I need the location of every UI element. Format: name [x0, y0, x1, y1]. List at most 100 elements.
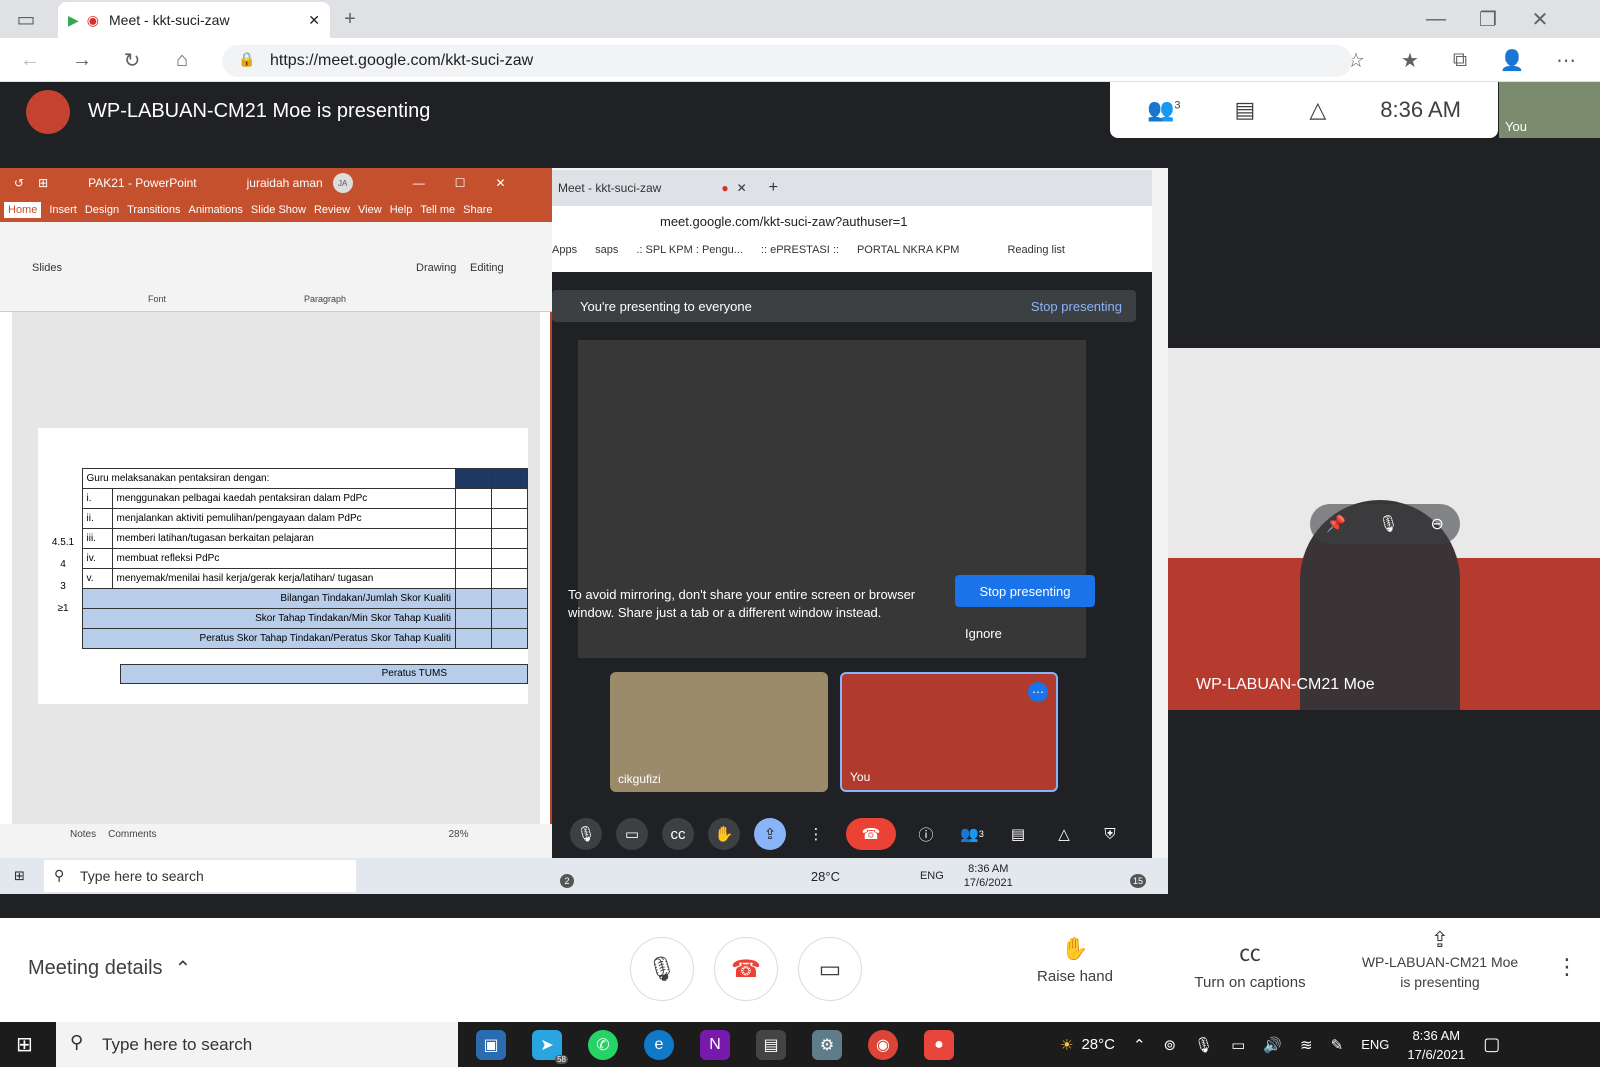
inner-info-icon[interactable]: ⓘ — [910, 818, 942, 850]
inner-hangup-icon[interactable]: ☎ — [846, 818, 896, 850]
url-field[interactable]: 🔒 https://meet.google.com/kkt-suci-zaw — [222, 45, 1352, 77]
ppt-maximize-icon[interactable]: ☐ — [455, 176, 466, 190]
volume-icon[interactable]: 🔊 — [1263, 1036, 1282, 1054]
ppt-close-icon[interactable]: ✕ — [495, 176, 505, 190]
inner-camera-icon[interactable]: ▭ — [616, 818, 648, 850]
inner-search-box[interactable]: ⚲ Type here to search — [44, 860, 356, 892]
bookmark-item[interactable]: Reading list — [1007, 244, 1064, 256]
bookmark-item[interactable]: .: SPL KPM : Pengu... — [636, 244, 743, 256]
inner-present-icon[interactable]: ⇪ — [754, 818, 786, 850]
chat-icon[interactable]: ▤ — [1235, 97, 1256, 123]
bookmark-item[interactable]: :: ePRESTASI :: — [761, 244, 839, 256]
ppt-tab-slideshow[interactable]: Slide Show — [251, 204, 306, 216]
ppt-tell-me[interactable]: Tell me — [420, 204, 455, 216]
people-icon[interactable]: 👥3 — [1147, 97, 1181, 123]
inner-url[interactable]: meet.google.com/kkt-suci-zaw?authuser=1 — [660, 214, 907, 229]
mic-button[interactable]: 🎙 — [630, 937, 694, 1001]
stop-presenting-link[interactable]: Stop presenting — [1031, 299, 1122, 314]
more-icon[interactable]: ⋯ — [1550, 44, 1582, 76]
inner-chat-icon[interactable]: ▤ — [1002, 818, 1034, 850]
tray-clock[interactable]: 8:36 AM 17/6/2021 — [1407, 1026, 1465, 1064]
pen-icon[interactable]: ✎ — [1331, 1036, 1344, 1054]
comments-button[interactable]: Comments — [108, 829, 156, 840]
captions-button[interactable]: ㏄ Turn on captions — [1180, 936, 1320, 991]
telegram-icon[interactable]: ➤ 58 — [532, 1030, 568, 1064]
ribbon-drawing[interactable]: Drawing — [416, 262, 456, 274]
start-icon[interactable]: ⊞ — [16, 1032, 33, 1057]
bookmark-item[interactable]: Apps — [552, 244, 577, 256]
inner-people-icon[interactable]: 👥 3 — [956, 818, 988, 850]
minimize-icon[interactable]: — — [1420, 3, 1452, 35]
app-icon[interactable]: ▤ — [756, 1030, 786, 1060]
present-icon[interactable]: ⊞ — [38, 176, 48, 190]
inner-more-icon[interactable]: ⋮ — [800, 818, 832, 850]
stop-presenting-button[interactable]: Stop presenting — [955, 575, 1095, 607]
activities-icon[interactable]: △ — [1309, 97, 1326, 123]
mute-icon[interactable]: 🎙 — [1378, 514, 1398, 534]
ribbon-slides[interactable]: Slides — [32, 262, 62, 274]
taskbar-search-box[interactable]: ⚲ Type here to search — [56, 1022, 458, 1067]
close-window-icon[interactable]: ✕ — [1524, 3, 1556, 35]
notifications-icon[interactable]: ▢ — [1483, 1034, 1500, 1055]
ppt-tab-insert[interactable]: Insert — [49, 204, 77, 216]
ppt-tab-review[interactable]: Review — [314, 204, 350, 216]
weather-icon[interactable]: ☀ — [1060, 1036, 1073, 1054]
participant-tile-self[interactable]: You ⋯ — [840, 672, 1058, 792]
profile-icon[interactable]: 👤 — [1496, 44, 1528, 76]
inner-mic-icon[interactable]: 🎙 — [570, 818, 602, 850]
ppt-tab-help[interactable]: Help — [390, 204, 413, 216]
back-icon[interactable]: ← — [14, 44, 46, 76]
home-icon[interactable]: ⌂ — [166, 44, 198, 76]
restore-icon[interactable]: ❐ — [1472, 3, 1504, 35]
ppt-tab-transitions[interactable]: Transitions — [127, 204, 180, 216]
raise-hand-button[interactable]: ✋ Raise hand — [1020, 936, 1130, 985]
browser-tab[interactable]: ▶ ◉ Meet - kkt-suci-zaw ✕ — [58, 2, 330, 38]
whatsapp-icon[interactable]: ✆ — [588, 1030, 618, 1060]
ppt-tab-home[interactable]: Home — [4, 202, 42, 218]
more-options-icon[interactable]: ⋮ — [1556, 954, 1578, 980]
reload-icon[interactable]: ↻ — [116, 44, 148, 76]
inner-tab-title[interactable]: Meet - kkt-suci-zaw — [558, 181, 661, 195]
settings-icon[interactable]: ⚙ — [812, 1030, 842, 1060]
remove-icon[interactable]: ⊖ — [1431, 514, 1444, 534]
onenote-icon[interactable]: N — [700, 1030, 730, 1060]
battery-icon[interactable]: ▭ — [1231, 1036, 1245, 1054]
ppt-share[interactable]: Share — [463, 204, 492, 216]
camera-button[interactable]: ▭ — [798, 937, 862, 1001]
inner-close-tab-icon[interactable]: ✕ — [737, 181, 747, 195]
tray-mic-icon[interactable]: 🎙 — [1194, 1036, 1213, 1054]
inner-activities-icon[interactable]: △ — [1048, 818, 1080, 850]
ppt-tab-design[interactable]: Design — [85, 204, 119, 216]
favorites-icon[interactable]: ★ — [1394, 44, 1426, 76]
inner-start-icon[interactable]: ⊞ — [14, 868, 25, 884]
screen-recorder-icon[interactable]: ● — [924, 1030, 954, 1060]
tray-lang[interactable]: ENG — [1361, 1037, 1389, 1052]
ppt-minimize-icon[interactable]: — — [413, 176, 425, 190]
tab-actions-icon[interactable]: ▭ — [10, 3, 42, 35]
ribbon-editing[interactable]: Editing — [470, 262, 504, 274]
collections-icon[interactable]: ⧉ — [1444, 44, 1476, 76]
inner-captions-icon[interactable]: cc — [662, 818, 694, 850]
notes-button[interactable]: Notes — [70, 829, 96, 840]
close-tab-icon[interactable]: ✕ — [308, 12, 320, 29]
inner-hand-icon[interactable]: ✋ — [708, 818, 740, 850]
tile-more-icon[interactable]: ⋯ — [1028, 682, 1048, 702]
inner-safety-icon[interactable]: ⛨ — [1094, 818, 1126, 850]
inner-new-tab-icon[interactable]: + — [769, 179, 778, 197]
pin-icon[interactable]: 📌 — [1326, 514, 1346, 534]
zoom-level[interactable]: 28% — [448, 829, 468, 840]
chrome-icon[interactable]: ◉ — [868, 1030, 898, 1060]
meeting-details-button[interactable]: Meeting details ⌃ — [28, 956, 191, 981]
file-explorer-icon[interactable]: ▣ — [476, 1030, 506, 1060]
bookmark-item[interactable]: PORTAL NKRA KPM — [857, 244, 960, 256]
wifi-icon[interactable]: ≋ — [1300, 1036, 1313, 1054]
participant-tile[interactable]: cikgufizi — [610, 672, 828, 792]
forward-icon[interactable]: → — [66, 44, 98, 76]
ppt-tab-animations[interactable]: Animations — [189, 204, 243, 216]
tray-temp[interactable]: 28°C — [1081, 1036, 1115, 1053]
edge-icon[interactable]: e — [644, 1030, 674, 1060]
ppt-tab-view[interactable]: View — [358, 204, 382, 216]
new-tab-icon[interactable]: + — [334, 3, 366, 35]
tray-app-icon[interactable]: ⊚ — [1164, 1036, 1177, 1054]
ignore-button[interactable]: Ignore — [965, 626, 1002, 641]
